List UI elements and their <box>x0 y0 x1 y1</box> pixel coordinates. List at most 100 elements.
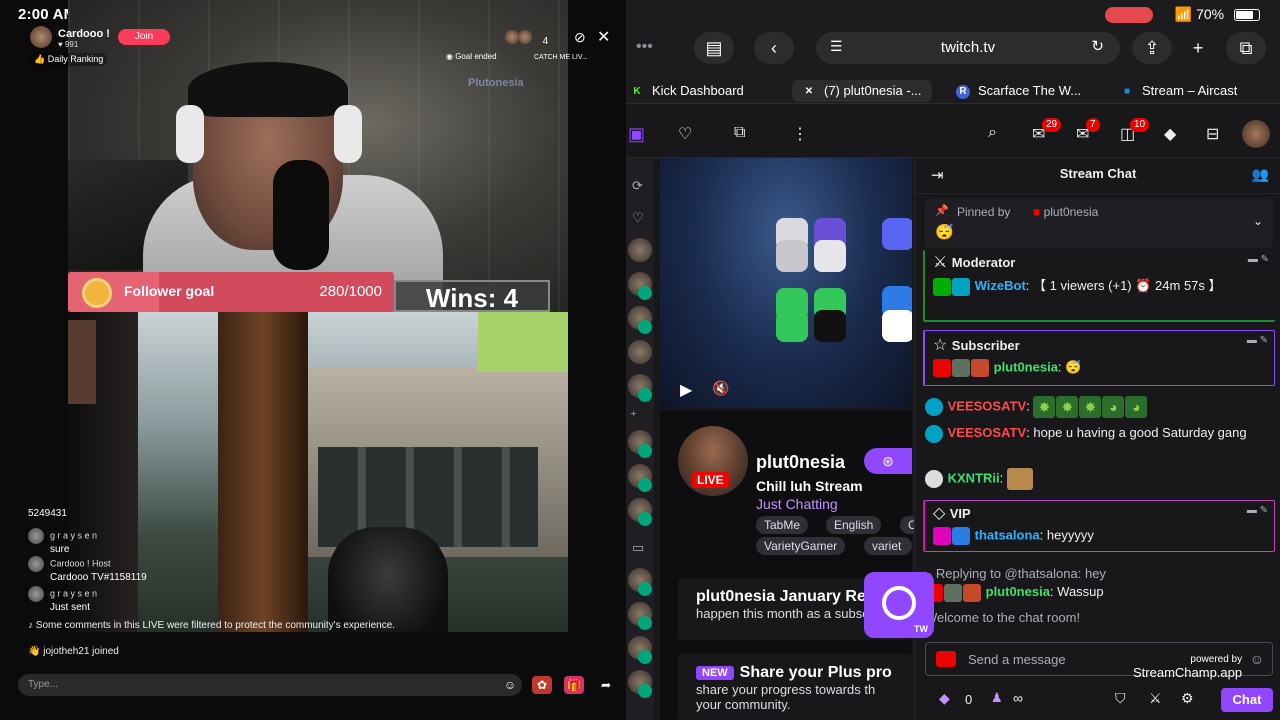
twitch-logo-icon[interactable]: ▣ <box>628 124 645 145</box>
rail-channel-avatar[interactable] <box>628 340 652 364</box>
bits-icon[interactable]: ⊟ <box>1206 124 1219 144</box>
subscriber-header: ☆ Subscriber <box>933 335 1020 355</box>
live-badge: LIVE <box>692 472 729 488</box>
avatar <box>28 556 44 572</box>
discord-icon <box>882 218 912 250</box>
tab-scarface[interactable]: R Scarface The W... <box>956 80 1081 102</box>
chat-line[interactable]: KXNTRii: <box>925 468 1273 490</box>
more-icon[interactable]: ⋮ <box>792 124 808 144</box>
pencil-icon[interactable]: ▬ ✎ <box>1247 505 1268 516</box>
gift-icon[interactable]: 🎁 <box>564 676 584 694</box>
sword-icon[interactable]: ⚔ <box>1149 690 1162 707</box>
list-item[interactable]: g r a y s e n sure <box>28 528 97 555</box>
goal-ended: ◉ Goal ended <box>446 52 497 61</box>
close-tab-icon[interactable]: ✕ <box>802 85 816 99</box>
play-icon[interactable]: ▶ <box>680 380 692 400</box>
chat-username[interactable]: plut0nesia <box>986 584 1050 599</box>
stream-category[interactable]: Just Chatting <box>756 496 838 512</box>
streamer-header[interactable]: Cardooo ! ♥ 991 Join <box>30 26 170 53</box>
channel-points-icon[interactable]: ◆ <box>939 690 950 707</box>
user-avatar[interactable] <box>1242 120 1270 148</box>
tab-plut0nesia[interactable]: ✕ (7) plut0nesia -... <box>792 80 932 102</box>
heart-icon[interactable]: ♡ <box>632 210 644 226</box>
url-bar[interactable]: ☰ twitch.tv ↻ <box>816 32 1120 64</box>
join-button[interactable]: Join <box>118 29 170 45</box>
chat-username[interactable]: VEESOSATV <box>948 425 1027 440</box>
rail-channel-avatar[interactable] <box>628 238 652 262</box>
viewer-info[interactable]: 4 <box>505 30 548 47</box>
streamer-avatar[interactable] <box>30 26 52 48</box>
subscribe-button[interactable]: ⊛ <box>864 448 912 474</box>
drops-badge: 10 <box>1130 118 1150 132</box>
infinity-icon[interactable]: ∞ <box>1013 690 1023 706</box>
daily-ranking[interactable]: 👍 Daily Ranking <box>30 53 108 66</box>
chat-send-button[interactable]: Chat <box>1221 688 1273 712</box>
channel-name[interactable]: plut0nesia <box>756 452 845 473</box>
notifications-icon[interactable]: ✉ 29 <box>1032 118 1062 144</box>
search-icon[interactable]: ⌕ <box>988 124 997 142</box>
chat-line[interactable]: VEESOSATV: hope u having a good Saturday… <box>925 423 1273 443</box>
daily-ranking-label: Daily Ranking <box>47 54 104 64</box>
pinned-message[interactable]: 📌 Pinned by ■ plut0nesia 😴 ⌄ <box>925 198 1273 248</box>
list-item[interactable]: Cardooo ! Host Cardooo TV#1158119 <box>28 556 147 583</box>
tag-pill[interactable]: TabMe <box>756 516 809 534</box>
reply-context[interactable]: ⤷ Replying to @thatsalona: hey <box>925 564 1273 583</box>
chat-line[interactable]: plut0nesia: Wassup <box>925 582 1273 602</box>
settings-gear-icon[interactable]: ⚙ <box>1181 690 1194 707</box>
rose-gift-icon[interactable]: ✿ <box>532 676 552 694</box>
tab-aircast[interactable]: ■ Stream – Aircast <box>1120 80 1237 102</box>
sidebar-icon[interactable]: ▤ <box>694 32 734 64</box>
streamchamp-overlay-badge[interactable]: TW <box>864 572 934 638</box>
crown-icon[interactable]: ◆ <box>1164 124 1176 144</box>
subscriber-message[interactable]: ☆ Subscriber plut0nesia: 😴 ▬ ✎ <box>923 330 1275 386</box>
mute-icon[interactable]: 🔇 <box>712 380 729 397</box>
add-friend-icon[interactable]: ⁺ <box>630 408 637 424</box>
channel-info: LIVE plut0nesia ⊛ Chill luh Stream Just … <box>660 410 920 720</box>
chat-username[interactable]: plut0nesia <box>994 359 1058 374</box>
drops-icon[interactable]: ◫ 10 <box>1120 118 1150 144</box>
pencil-icon[interactable]: ▬ ✎ <box>1247 335 1268 346</box>
subscriber-label: Subscriber <box>951 338 1020 353</box>
new-tab-icon[interactable]: + <box>1178 32 1218 64</box>
minimize-icon[interactable]: ⊘ <box>574 29 586 46</box>
tag-pill[interactable]: variet <box>864 537 912 555</box>
tiktok-comment-input[interactable]: Type... <box>18 674 522 696</box>
chat-username[interactable]: thatsalona <box>975 527 1040 542</box>
following-heart-icon[interactable]: ♡ <box>678 124 692 144</box>
chat-input-placeholder: Send a message <box>968 652 1066 667</box>
vip-text: thatsalona: heyyyyy <box>933 527 1094 545</box>
tag-pill[interactable]: VarietyGamer <box>756 537 846 555</box>
whispers-icon[interactable]: ✉ 7 <box>1076 118 1100 144</box>
tabs-overview-icon[interactable]: ⧉ <box>1226 32 1266 64</box>
moderator-message[interactable]: ⚔ Moderator WizeBot: 【 1 viewers (+1) ⏰ … <box>923 250 1275 322</box>
hype-icon[interactable]: ♟ <box>991 690 1003 706</box>
ios-status-right: 📶 70% <box>1104 6 1260 24</box>
vip-message[interactable]: ◇ VIP thatsalona: heyyyyy ▬ ✎ <box>923 500 1275 552</box>
collapse-rail-icon[interactable]: ⟳ <box>632 178 643 194</box>
share-icon[interactable]: ⇪ <box>1132 32 1172 64</box>
chat-username[interactable]: KXNTRii <box>948 470 1000 485</box>
pencil-icon[interactable]: ▬ ✎ <box>1248 254 1269 265</box>
video-player[interactable]: ▶ 🔇 <box>660 158 912 408</box>
chat-username[interactable]: WizeBot <box>975 278 1026 293</box>
viewer-count: 4 <box>542 36 549 47</box>
chat-line[interactable]: VEESOSATV: ✸ ✸ ✸ ◕ ◕ <box>925 396 1273 418</box>
tag-pill[interactable]: English <box>826 516 882 534</box>
chat-username[interactable]: VEESOSATV <box>948 398 1027 413</box>
video-icon[interactable]: ▭ <box>632 540 644 556</box>
tab-kick-dashboard[interactable]: K Kick Dashboard <box>630 80 743 102</box>
shield-icon[interactable]: ⛉ <box>1115 690 1126 707</box>
chevron-down-icon[interactable]: ⌄ <box>1253 214 1263 228</box>
close-icon[interactable]: ✕ <box>597 27 610 47</box>
back-icon[interactable]: ‹ <box>754 32 794 64</box>
emoji-icon[interactable]: ☺ <box>1250 651 1264 667</box>
list-item[interactable]: g r a y s e n Just sent <box>28 586 97 613</box>
reload-icon[interactable]: ↻ <box>1091 37 1104 55</box>
plus-card[interactable]: NEW Share your Plus pro share your progre… <box>678 654 912 720</box>
more-dots-icon[interactable]: ••• <box>636 38 653 56</box>
broadcaster-icon: ■ <box>1033 205 1044 219</box>
users-icon[interactable]: 👥 <box>1252 166 1269 183</box>
share-icon[interactable]: ➦ <box>596 676 616 694</box>
browse-icon[interactable]: ⧉ <box>734 124 745 142</box>
emoji-icon[interactable]: ☺ <box>500 676 520 694</box>
